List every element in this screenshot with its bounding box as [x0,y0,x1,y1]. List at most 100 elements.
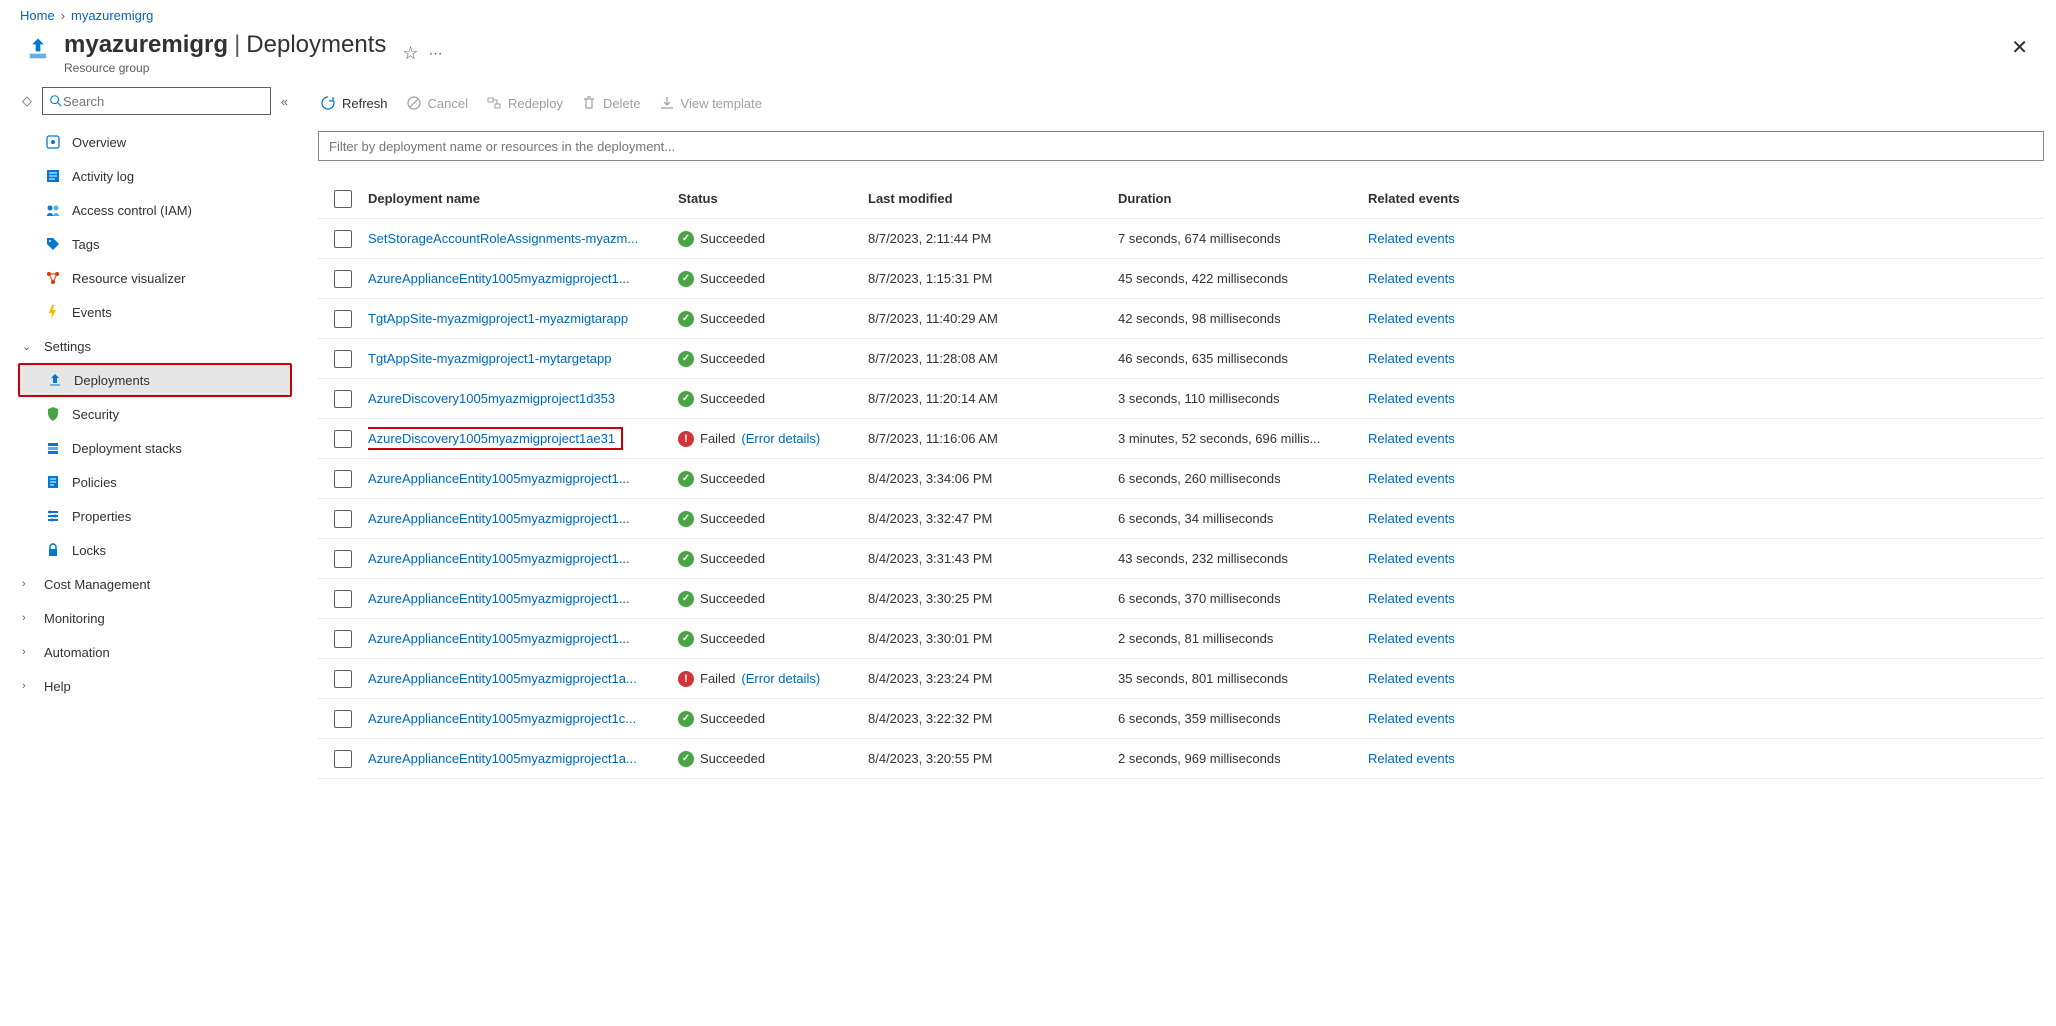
related-events-link[interactable]: Related events [1368,471,1455,486]
chevron-icon: › [22,680,34,692]
table-row: SetStorageAccountRoleAssignments-myazm..… [318,219,2044,259]
col-header-modified[interactable]: Last modified [868,191,1118,206]
deployment-link[interactable]: TgtAppSite-myazmigproject1-mytargetapp [368,351,612,366]
stacks-icon [44,440,62,456]
status-text: Succeeded [700,271,765,286]
row-checkbox[interactable] [334,470,352,488]
redeploy-label: Redeploy [508,96,563,111]
sidebar-item-tags[interactable]: Tags [18,227,292,261]
row-checkbox[interactable] [334,550,352,568]
related-events-link[interactable]: Related events [1368,271,1455,286]
deployment-link[interactable]: TgtAppSite-myazmigproject1-myazmigtarapp [368,311,628,326]
sidebar-item-automation[interactable]: ›Automation [18,635,292,669]
error-details-link[interactable]: (Error details) [741,671,820,686]
row-checkbox[interactable] [334,390,352,408]
related-events-link[interactable]: Related events [1368,231,1455,246]
row-checkbox[interactable] [334,590,352,608]
sidebar-item-activity-log[interactable]: Activity log [18,159,292,193]
deployment-link[interactable]: AzureApplianceEntity1005myazmigproject1a… [368,751,637,766]
breadcrumb-rg[interactable]: myazuremigrg [71,8,153,23]
related-events-link[interactable]: Related events [1368,711,1455,726]
row-checkbox[interactable] [334,630,352,648]
sidebar-item-help[interactable]: › Help [18,669,292,703]
related-events-link[interactable]: Related events [1368,751,1455,766]
close-blade-button[interactable]: ✕ [2003,31,2036,64]
filter-input[interactable] [318,131,2044,161]
row-checkbox[interactable] [334,270,352,288]
sidebar-item-access-control-iam-[interactable]: Access control (IAM) [18,193,292,227]
col-header-related[interactable]: Related events [1368,191,2044,206]
deployment-link[interactable]: AzureApplianceEntity1005myazmigproject1.… [368,271,630,286]
delete-button: Delete [581,95,641,111]
deployment-link[interactable]: AzureApplianceEntity1005myazmigproject1c… [368,711,636,726]
status-text: Succeeded [700,391,765,406]
refresh-label: Refresh [342,96,388,111]
related-events-link[interactable]: Related events [1368,671,1455,686]
breadcrumb-home[interactable]: Home [20,8,55,23]
duration-cell: 45 seconds, 422 milliseconds [1118,271,1368,286]
sidebar-search[interactable] [42,87,271,115]
sidebar-item-policies[interactable]: Policies [18,465,292,499]
row-checkbox[interactable] [334,350,352,368]
status-text: Succeeded [700,471,765,486]
row-checkbox[interactable] [334,430,352,448]
deployment-link[interactable]: AzureApplianceEntity1005myazmigproject1.… [368,631,630,646]
success-icon: ✓ [678,471,694,487]
sidebar-item-label: Overview [72,135,126,150]
related-events-link[interactable]: Related events [1368,351,1455,366]
sidebar-item-events[interactable]: Events [18,295,292,329]
pin-icon[interactable]: ◇ [18,93,36,109]
deployment-link[interactable]: AzureApplianceEntity1005myazmigproject1.… [368,551,630,566]
deployment-link[interactable]: AzureApplianceEntity1005myazmigproject1a… [368,671,637,686]
deployment-link[interactable]: SetStorageAccountRoleAssignments-myazm..… [368,231,638,246]
row-checkbox[interactable] [334,310,352,328]
iam-icon [44,202,62,218]
deployment-link[interactable]: AzureApplianceEntity1005myazmigproject1.… [368,591,630,606]
select-all-checkbox[interactable] [334,190,352,208]
deployment-link[interactable]: AzureApplianceEntity1005myazmigproject1.… [368,511,630,526]
deployment-link[interactable]: AzureApplianceEntity1005myazmigproject1.… [368,471,630,486]
deployment-link[interactable]: AzureDiscovery1005myazmigproject1d353 [368,391,615,406]
sidebar-item-cost-management[interactable]: ›Cost Management [18,567,292,601]
success-icon: ✓ [678,391,694,407]
sidebar-item-overview[interactable]: Overview [18,125,292,159]
error-details-link[interactable]: (Error details) [741,431,820,446]
duration-cell: 6 seconds, 370 milliseconds [1118,591,1368,606]
related-events-link[interactable]: Related events [1368,391,1455,406]
row-checkbox[interactable] [334,510,352,528]
collapse-sidebar-button[interactable]: « [277,94,292,109]
favorite-button[interactable]: ☆ [402,43,418,64]
sidebar-item-security[interactable]: Security [18,397,292,431]
sidebar-item-monitoring[interactable]: ›Monitoring [18,601,292,635]
modified-cell: 8/7/2023, 11:16:06 AM [868,431,1118,446]
status-text: Succeeded [700,231,765,246]
sidebar-item-properties[interactable]: Properties [18,499,292,533]
sidebar-item-label: Help [44,679,71,694]
sidebar-item-resource-visualizer[interactable]: Resource visualizer [18,261,292,295]
related-events-link[interactable]: Related events [1368,591,1455,606]
sidebar-item-deployment-stacks[interactable]: Deployment stacks [18,431,292,465]
deployment-link[interactable]: AzureDiscovery1005myazmigproject1ae31 [368,427,623,450]
duration-cell: 2 seconds, 969 milliseconds [1118,751,1368,766]
related-events-link[interactable]: Related events [1368,311,1455,326]
row-checkbox[interactable] [334,710,352,728]
col-header-name[interactable]: Deployment name [368,191,678,206]
refresh-button[interactable]: Refresh [320,95,388,111]
related-events-link[interactable]: Related events [1368,551,1455,566]
sidebar-item-settings[interactable]: ⌄Settings [18,329,292,363]
modified-cell: 8/4/2023, 3:30:25 PM [868,591,1118,606]
related-events-link[interactable]: Related events [1368,631,1455,646]
sidebar-item-deployments[interactable]: Deployments [18,363,292,397]
deployments-table: Deployment name Status Last modified Dur… [318,179,2044,1023]
col-header-duration[interactable]: Duration [1118,191,1368,206]
col-header-status[interactable]: Status [678,191,868,206]
related-events-link[interactable]: Related events [1368,431,1455,446]
row-checkbox[interactable] [334,670,352,688]
row-checkbox[interactable] [334,750,352,768]
table-row: AzureApplianceEntity1005myazmigproject1c… [318,699,2044,739]
sidebar-item-locks[interactable]: Locks [18,533,292,567]
sidebar-search-input[interactable] [63,94,264,109]
row-checkbox[interactable] [334,230,352,248]
related-events-link[interactable]: Related events [1368,511,1455,526]
more-button[interactable]: ⋯ [429,45,443,62]
